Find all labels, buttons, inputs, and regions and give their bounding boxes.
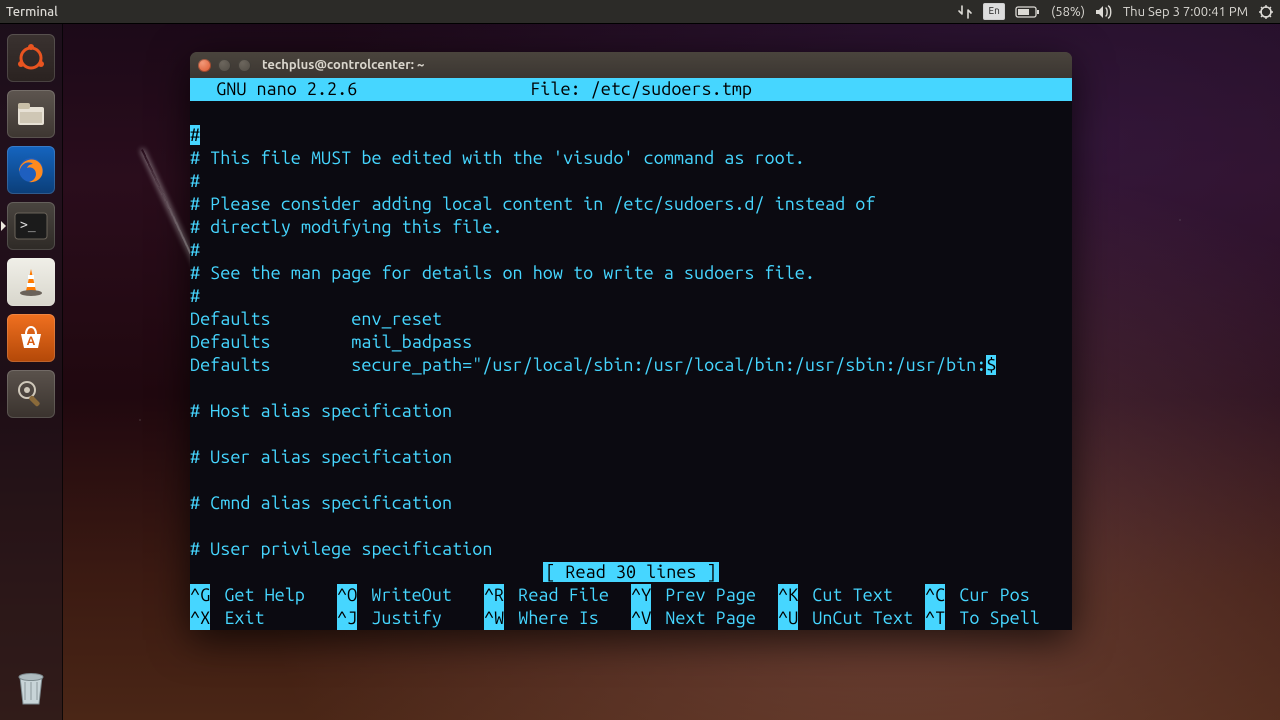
battery-percent: (58%)	[1051, 5, 1085, 19]
launcher-dash[interactable]	[7, 34, 55, 82]
sound-icon[interactable]	[1095, 5, 1113, 19]
nano-help-ctrl-c: ^C Cur Pos	[925, 584, 1072, 607]
launcher-settings[interactable]	[7, 370, 55, 418]
nano-help-ctrl-j: ^J Justify	[337, 607, 484, 630]
terminal-window: techplus@controlcenter: ~ GNU nano 2.2.6…	[190, 52, 1072, 630]
clock[interactable]: Thu Sep 3 7:00:41 PM	[1123, 5, 1248, 19]
launcher: >_ A	[0, 24, 63, 720]
nano-help-ctrl-o: ^O WriteOut	[337, 584, 484, 607]
launcher-files[interactable]	[7, 90, 55, 138]
battery-icon[interactable]	[1015, 5, 1041, 19]
launcher-software-center[interactable]: A	[7, 314, 55, 362]
nano-help-ctrl-x: ^X Exit	[190, 607, 337, 630]
window-close-icon[interactable]	[198, 59, 211, 72]
nano-content[interactable]: # # This file MUST be edited with the 'v…	[190, 101, 1072, 561]
svg-text:>_: >_	[20, 218, 36, 233]
nano-help-ctrl-v: ^V Next Page	[631, 607, 778, 630]
svg-text:A: A	[27, 335, 36, 348]
launcher-trash[interactable]	[7, 662, 55, 710]
running-pip-icon	[1, 221, 6, 231]
keyboard-indicator[interactable]: En	[983, 3, 1005, 20]
launcher-terminal[interactable]: >_	[7, 202, 55, 250]
launcher-vlc[interactable]	[7, 258, 55, 306]
nano-help-ctrl-t: ^T To Spell	[925, 607, 1072, 630]
window-minimize-icon[interactable]	[218, 59, 231, 72]
window-title: techplus@controlcenter: ~	[262, 58, 424, 72]
session-icon[interactable]	[1258, 4, 1274, 20]
nano-help-ctrl-u: ^U UnCut Text	[778, 607, 925, 630]
nano-help-ctrl-r: ^R Read File	[484, 584, 631, 607]
top-panel: Terminal En (58%) Thu Sep 3 7:00:41 PM	[0, 0, 1280, 24]
nano-status: [ Read 30 lines ]	[190, 561, 1072, 584]
nano-help-ctrl-k: ^K Cut Text	[778, 584, 925, 607]
active-app-label[interactable]: Terminal	[6, 5, 58, 19]
nano-version: GNU nano 2.2.6	[196, 78, 357, 101]
window-titlebar[interactable]: techplus@controlcenter: ~	[190, 52, 1072, 78]
nano-file: File: /etc/sudoers.tmp	[357, 78, 925, 101]
network-icon[interactable]	[957, 4, 973, 20]
nano-header: GNU nano 2.2.6 File: /etc/sudoers.tmp	[190, 78, 1072, 101]
launcher-firefox[interactable]	[7, 146, 55, 194]
nano-help-ctrl-y: ^Y Prev Page	[631, 584, 778, 607]
nano-help-ctrl-w: ^W Where Is	[484, 607, 631, 630]
window-maximize-icon[interactable]	[238, 59, 251, 72]
terminal-body[interactable]: GNU nano 2.2.6 File: /etc/sudoers.tmp # …	[190, 78, 1072, 630]
nano-help-ctrl-g: ^G Get Help	[190, 584, 337, 607]
nano-help-bar: ^G Get Help^O WriteOut^R Read File^Y Pre…	[190, 584, 1072, 630]
